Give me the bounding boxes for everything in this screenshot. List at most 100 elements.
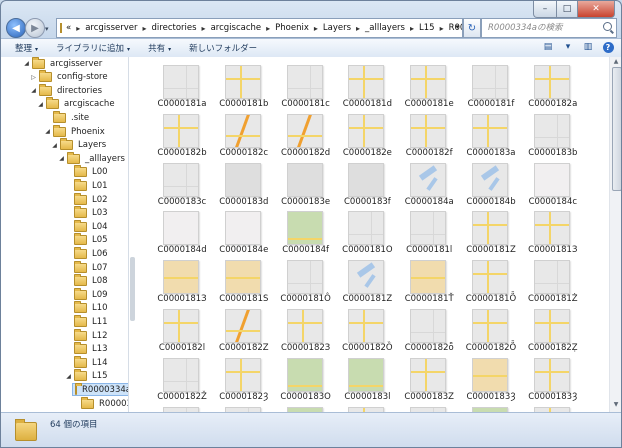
file-item[interactable]: C0000181З	[153, 255, 211, 304]
tree-item[interactable]: ▷ config-store	[30, 70, 108, 84]
file-item[interactable]: C0000183Ȝ	[277, 402, 335, 412]
breadcrumb-item[interactable]: _alllayers	[365, 23, 405, 33]
file-item[interactable]: C0000182Ẓ	[524, 304, 582, 353]
file-item[interactable]: C0000181S	[215, 255, 273, 304]
navigation-pane-scroll-thumb[interactable]	[130, 257, 135, 321]
file-item[interactable]: C0000183e	[277, 158, 335, 207]
file-item[interactable]: C0000184c	[524, 158, 582, 207]
navigation-pane[interactable]: ◢ arcgisserver ▷ config-store ◢ directories ◢ a…	[1, 57, 128, 412]
tree-item[interactable]: L05	[65, 233, 108, 247]
file-item[interactable]: C0000183Ȝ	[524, 353, 582, 402]
file-item[interactable]: C0000182b	[153, 109, 211, 158]
chevron-right-icon[interactable]: ▸	[440, 24, 444, 33]
back-button[interactable]: ◀	[6, 18, 26, 38]
file-item[interactable]: C0000181Ȫ	[462, 255, 520, 304]
file-item[interactable]: C0000183c	[153, 158, 211, 207]
collapse-arrow-icon[interactable]: ◢	[65, 373, 72, 380]
scroll-down-arrow[interactable]: ▼	[612, 401, 620, 410]
file-item[interactable]: C0000181l	[400, 206, 458, 255]
file-item[interactable]: C0000182f	[400, 109, 458, 158]
breadcrumb-item[interactable]: Layers	[323, 23, 351, 33]
scroll-up-arrow[interactable]: ▲	[612, 58, 620, 67]
toolbar-item[interactable]: 新しいフォルダー	[189, 42, 257, 54]
file-item[interactable]: C0000181Ť	[400, 255, 458, 304]
file-item[interactable]: C0000181Z	[462, 206, 520, 255]
chevron-down-icon[interactable]: ▾	[455, 23, 459, 31]
toolbar-item[interactable]: 整理 ▾	[15, 42, 38, 54]
collapse-arrow-icon[interactable]: ◢	[58, 155, 65, 162]
tree-item[interactable]: L03	[65, 206, 108, 220]
tree-item[interactable]: L01	[65, 178, 108, 192]
tree-item[interactable]: L09	[65, 287, 108, 301]
file-item[interactable]: C0000181Ô	[277, 255, 335, 304]
file-item[interactable]: C0000184a	[400, 158, 458, 207]
file-item[interactable]: C0000183l	[338, 353, 396, 402]
file-item[interactable]: C0000181e	[400, 60, 458, 109]
file-item[interactable]: C0000183a	[462, 109, 520, 158]
breadcrumb-item[interactable]: arcgisserver	[85, 23, 137, 33]
tree-item[interactable]: L08	[65, 274, 108, 288]
file-item[interactable]: C0000181b	[215, 60, 273, 109]
file-item[interactable]: C0000183Ȝ	[215, 402, 273, 412]
file-item[interactable]: C0000182l	[153, 304, 211, 353]
refresh-button[interactable]: ↻	[463, 18, 481, 38]
file-list-scroll-thumb[interactable]	[612, 67, 621, 191]
tree-item[interactable]: ◢ directories	[30, 83, 102, 97]
collapse-arrow-icon[interactable]: ◢	[37, 101, 44, 108]
file-item[interactable]: C0000181c	[277, 60, 335, 109]
tree-item[interactable]: R0000334a	[72, 382, 128, 397]
file-item[interactable]: C0000181O	[338, 206, 396, 255]
change-view-button[interactable]: ▤	[541, 40, 555, 54]
chevron-right-icon[interactable]: ▸	[356, 24, 360, 33]
chevron-right-icon[interactable]: ▸	[143, 24, 147, 33]
file-item[interactable]: C0000182Ȍ	[338, 304, 396, 353]
file-item[interactable]: C0000182Z	[215, 304, 273, 353]
chevron-right-icon[interactable]: ▸	[202, 24, 206, 33]
file-item[interactable]: C0000181Z	[338, 255, 396, 304]
tree-item[interactable]: L06	[65, 246, 108, 260]
chevron-right-icon[interactable]: ▸	[314, 24, 318, 33]
tree-item[interactable]: ◢ _alllayers	[58, 151, 125, 165]
collapse-arrow-icon[interactable]: ◢	[51, 142, 58, 149]
tree-item[interactable]: ◢ Phoenix	[44, 124, 105, 138]
help-button[interactable]: ?	[601, 40, 615, 54]
chevron-right-icon[interactable]: ▸	[76, 24, 80, 33]
file-item[interactable]: C0000184b	[462, 158, 520, 207]
preview-pane-button[interactable]: ▥	[581, 40, 595, 54]
file-item[interactable]: C0000183O	[277, 353, 335, 402]
tree-item[interactable]: L10	[65, 301, 108, 315]
file-item[interactable]: C0000183Ȝ	[462, 402, 520, 412]
chevron-right-icon[interactable]: ▸	[266, 24, 270, 33]
file-item[interactable]: C0000181f	[462, 60, 520, 109]
tree-item[interactable]: L11	[65, 314, 108, 328]
file-item[interactable]: C0000183Ȝ	[338, 402, 396, 412]
file-item[interactable]: C0000182ȫ	[400, 304, 458, 353]
file-item[interactable]: C0000183Ζ	[400, 353, 458, 402]
file-item[interactable]: C0000183Ȝ	[524, 402, 582, 412]
file-item[interactable]: C0000184e	[215, 206, 273, 255]
search-box[interactable]	[481, 18, 617, 38]
file-item[interactable]: C0000183f	[338, 158, 396, 207]
toolbar-item[interactable]: ライブラリに追加 ▾	[56, 42, 130, 54]
tree-item[interactable]: L04	[65, 219, 108, 233]
breadcrumb-item[interactable]: Phoenix	[275, 23, 309, 33]
search-icon[interactable]	[603, 22, 612, 31]
breadcrumb-item[interactable]: arcgiscache	[211, 23, 262, 33]
file-list[interactable]: C0000181a C0000181b C0000181c C0000181d C000…	[137, 57, 609, 412]
tree-item[interactable]: L00	[65, 165, 108, 179]
file-item[interactable]: C0000182Ž	[153, 353, 211, 402]
tree-item[interactable]: L07	[65, 260, 108, 274]
tree-item[interactable]: ◢ arcgiscache	[37, 97, 115, 111]
file-item[interactable]: C0000183Ȝ	[153, 402, 211, 412]
breadcrumb-item[interactable]: directories	[152, 23, 197, 33]
expand-arrow-icon[interactable]: ▷	[30, 74, 37, 81]
file-item[interactable]: C0000184d	[153, 206, 211, 255]
file-item[interactable]: C0000182a	[524, 60, 582, 109]
file-item[interactable]: C0000181Ż	[524, 255, 582, 304]
file-item[interactable]: C0000183b	[524, 109, 582, 158]
chevron-right-icon[interactable]: ▸	[410, 24, 414, 33]
file-item[interactable]: C0000182e	[338, 109, 396, 158]
breadcrumb-item[interactable]: L15	[419, 23, 435, 33]
address-bar[interactable]: « ▸ arcgisserver ▸ directories ▸ arcgiscache…	[56, 18, 463, 38]
file-item[interactable]: C0000181a	[153, 60, 211, 109]
